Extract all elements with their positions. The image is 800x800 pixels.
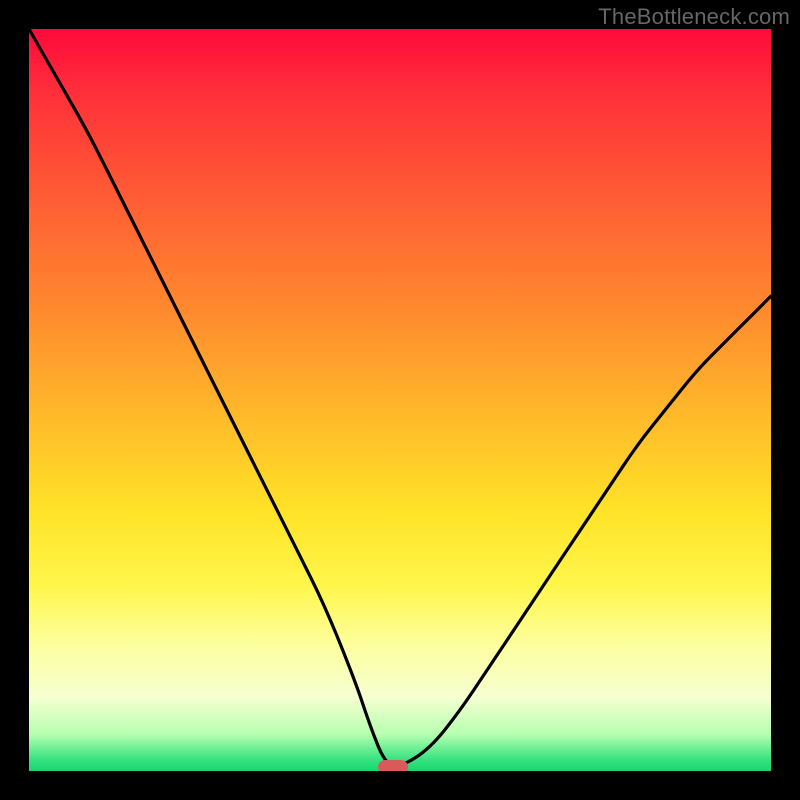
watermark-text: TheBottleneck.com: [598, 4, 790, 30]
optimal-point-marker: [378, 760, 408, 771]
bottleneck-curve-path: [29, 29, 771, 766]
chart-frame: TheBottleneck.com: [0, 0, 800, 800]
plot-area: [29, 29, 771, 771]
curve-svg: [29, 29, 771, 771]
